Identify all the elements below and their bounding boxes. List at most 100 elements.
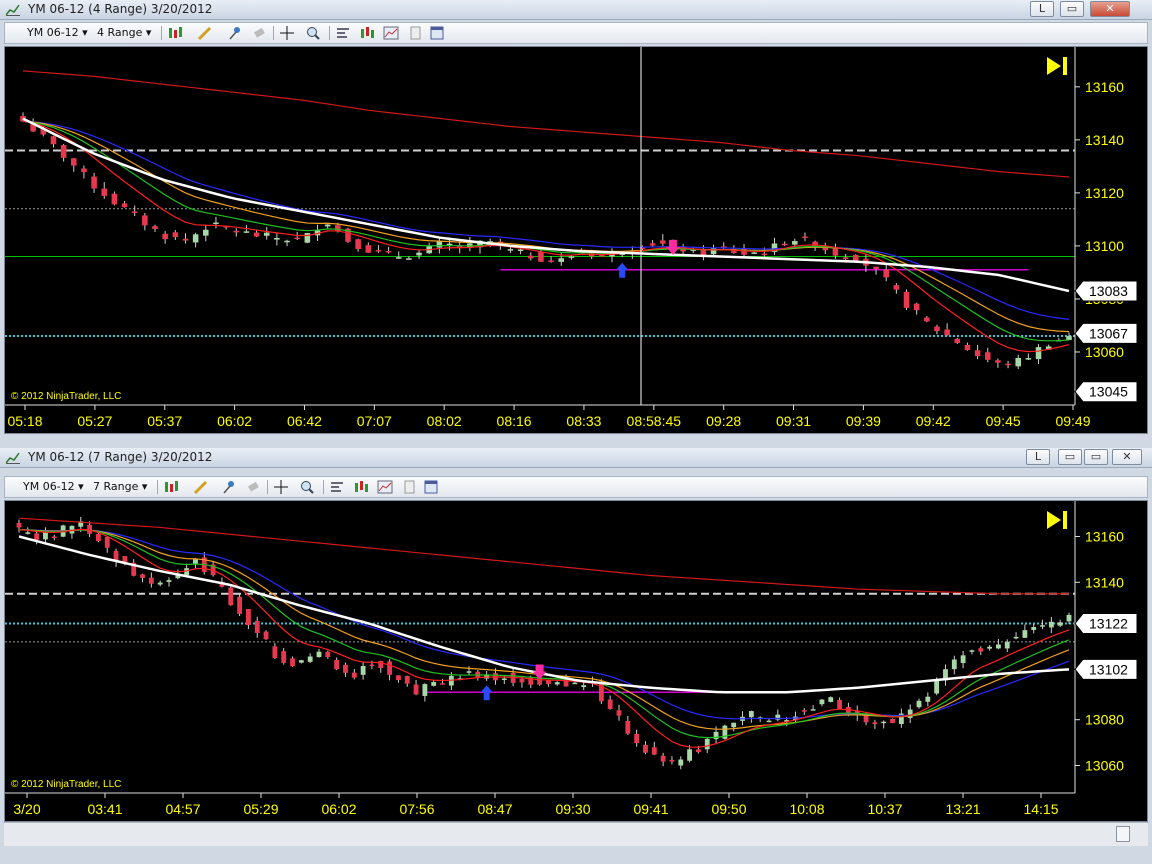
candle-bear <box>182 238 189 241</box>
candle-bear <box>60 145 67 158</box>
price-chart-7-range[interactable]: 13160 13140 13080 13060 13122 13102 3/20 03:41 0… <box>4 500 1148 822</box>
y-tick-label: 13140 <box>1085 132 1124 148</box>
candle-bull <box>951 659 957 670</box>
candle-bear <box>634 733 640 743</box>
skip-end-icon-bar <box>1063 511 1067 529</box>
candle-bear <box>413 684 419 695</box>
price-marker-label: 13102 <box>1089 661 1128 677</box>
candle-bear <box>281 651 287 663</box>
window-icon[interactable] <box>423 479 439 495</box>
pin-icon[interactable] <box>227 25 243 41</box>
zoom-icon[interactable] <box>305 25 321 41</box>
restore-button[interactable]: ▭ <box>1060 1 1084 17</box>
candle-bull <box>263 232 270 236</box>
crosshair-icon[interactable] <box>279 25 295 41</box>
candle-bear <box>695 749 701 753</box>
candle-bear <box>294 237 300 240</box>
candle-bear <box>643 744 648 753</box>
chart-app-icon <box>6 4 20 16</box>
indicators-icon[interactable] <box>335 25 351 41</box>
candle-bear <box>934 326 940 332</box>
candle-bear <box>70 158 77 166</box>
x-tick-label: 06:02 <box>217 413 252 429</box>
candle-bull <box>1022 630 1028 638</box>
x-tick-label: 3/20 <box>13 801 40 817</box>
candle-bear <box>660 755 666 762</box>
price-chart-4-range[interactable]: 1316013140131201310013080130601308313067… <box>4 46 1148 434</box>
horizontal-scrollbar[interactable] <box>4 822 1148 846</box>
chart-style-icon[interactable] <box>163 479 179 495</box>
period-selector[interactable]: 7 Range ▾ <box>93 479 147 495</box>
chart-properties-icon[interactable] <box>377 479 393 495</box>
candle-bull <box>810 709 816 711</box>
candle-bull <box>704 738 710 750</box>
instrument-selector[interactable]: YM 06-12 ▾ <box>27 25 88 41</box>
indicators-icon[interactable] <box>329 479 345 495</box>
candle-bear <box>162 233 168 240</box>
chart-style-icon[interactable] <box>167 25 183 41</box>
candle-bear <box>893 285 900 290</box>
candle-bull <box>1066 614 1072 622</box>
instrument-label: YM 06-12 <box>27 26 79 39</box>
candle-bull <box>324 224 331 227</box>
candle-bear <box>395 675 401 681</box>
title-bar[interactable]: YM 06-12 (7 Range) 3/20/2012 L ▭ ▭ ✕ <box>0 448 1152 468</box>
candle-bear <box>761 253 768 256</box>
window-icon[interactable] <box>429 25 445 41</box>
price-marker: 13083 <box>1074 280 1138 302</box>
x-tick-label: 09:50 <box>711 801 746 817</box>
x-tick-label: 08:16 <box>497 413 532 429</box>
candle-bull <box>203 229 209 236</box>
skip-end-icon[interactable] <box>1047 511 1067 529</box>
restore-button[interactable]: ▭ <box>1084 449 1108 465</box>
maximize-button[interactable]: ▭ <box>1058 449 1082 465</box>
candle-bear <box>378 661 384 669</box>
x-tick-label: 10:08 <box>789 801 824 817</box>
minimize-button[interactable]: L <box>1026 449 1050 465</box>
candle-bear <box>245 609 251 625</box>
candle-bull <box>1048 621 1054 628</box>
zoom-icon[interactable] <box>299 479 315 495</box>
close-button[interactable]: ✕ <box>1090 1 1130 17</box>
price-marker-label: 13067 <box>1089 325 1128 341</box>
instrument-label: YM 06-12 <box>23 480 75 493</box>
strategies-icon[interactable] <box>353 479 369 495</box>
candle-bull <box>1004 641 1010 649</box>
chart-properties-icon[interactable] <box>383 25 399 41</box>
eraser-icon[interactable] <box>245 479 261 495</box>
period-selector[interactable]: 4 Range ▾ <box>97 25 151 41</box>
x-tick-label: 09:49 <box>1055 413 1090 429</box>
candle-bear <box>832 248 839 256</box>
y-tick-label: 13160 <box>1085 528 1124 544</box>
page-icon[interactable] <box>401 479 417 495</box>
crosshair-icon[interactable] <box>273 479 289 495</box>
candle-bear <box>387 661 393 675</box>
eraser-icon[interactable] <box>251 25 267 41</box>
pin-icon[interactable] <box>221 479 237 495</box>
price-axis[interactable] <box>1075 501 1147 793</box>
title-bar[interactable]: YM 06-12 (4 Range) 3/20/2012 L ▭ ✕ <box>0 0 1152 20</box>
minimize-button[interactable]: L <box>1030 1 1054 17</box>
pencil-icon[interactable] <box>197 25 213 41</box>
candle-bear <box>351 672 357 678</box>
strategies-icon[interactable] <box>359 25 375 41</box>
ema-line <box>18 529 1070 720</box>
x-tick-label: 06:02 <box>321 801 356 817</box>
y-tick-label: 13100 <box>1085 238 1124 254</box>
skip-end-icon[interactable] <box>1047 57 1067 75</box>
x-tick-label: 10:37 <box>867 801 902 817</box>
chart-window-bottom: YM 06-12 (7 Range) 3/20/2012 L ▭ ▭ ✕ YM … <box>0 448 1152 864</box>
x-tick-label: 06:42 <box>287 413 322 429</box>
candle-bear <box>254 620 260 633</box>
page-icon[interactable] <box>407 25 423 41</box>
close-button[interactable]: ✕ <box>1112 449 1142 465</box>
scrollbar-thumb[interactable] <box>1116 826 1130 842</box>
y-tick-label: 13140 <box>1085 574 1124 590</box>
pencil-icon[interactable] <box>193 479 209 495</box>
candle-bull <box>748 711 754 718</box>
price-marker-label: 13045 <box>1089 384 1128 400</box>
ema-line <box>22 120 1070 353</box>
x-tick-label: 05:37 <box>147 413 182 429</box>
instrument-selector[interactable]: YM 06-12 ▾ <box>23 479 84 495</box>
candle-bull <box>792 241 798 245</box>
